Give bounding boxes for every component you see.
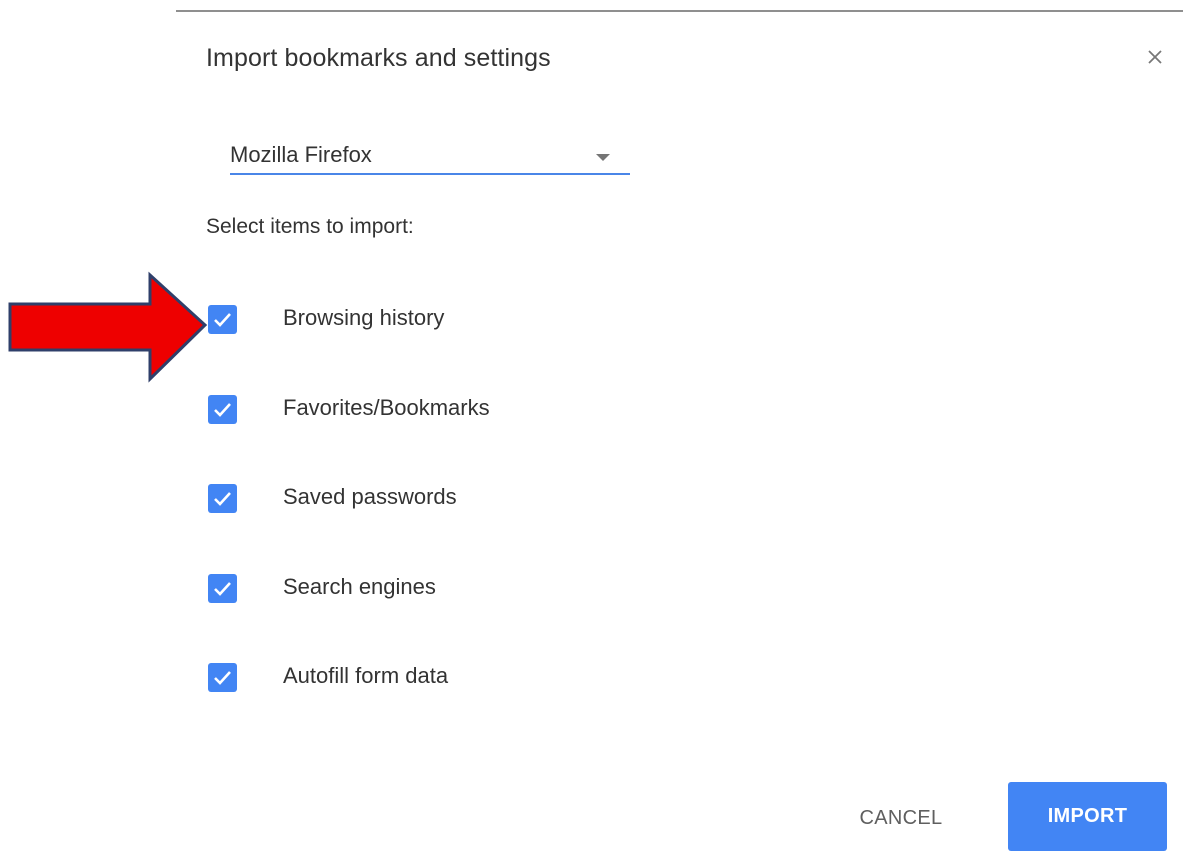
items-label: Select items to import: (206, 215, 414, 238)
red-arrow-icon (0, 270, 215, 390)
dropdown-arrow-icon (595, 150, 611, 168)
checkbox-search-engines[interactable]: Search engines (208, 572, 628, 604)
checkbox-browsing-history[interactable]: Browsing history (208, 303, 628, 335)
browser-select-underline (230, 173, 630, 175)
checkbox-favorites-bookmarks[interactable]: Favorites/Bookmarks (208, 393, 628, 425)
import-dialog: Import bookmarks and settings Mozilla Fi… (0, 0, 1183, 851)
checkbox-label: Browsing history (283, 305, 445, 330)
checkbox-checked-icon[interactable] (208, 395, 237, 424)
checkbox-checked-icon[interactable] (208, 663, 237, 692)
dialog-top-border (176, 10, 1183, 12)
dialog-title: Import bookmarks and settings (206, 44, 551, 72)
checkbox-label: Search engines (283, 574, 436, 599)
checkbox-checked-icon[interactable] (208, 484, 237, 513)
checkbox-saved-passwords[interactable]: Saved passwords (208, 482, 628, 514)
close-icon (1140, 42, 1170, 72)
browser-select-value: Mozilla Firefox (230, 142, 372, 167)
checkbox-label: Saved passwords (283, 484, 457, 509)
checkbox-checked-icon[interactable] (208, 574, 237, 603)
checkbox-autofill-form-data[interactable]: Autofill form data (208, 661, 628, 693)
close-button[interactable] (1140, 42, 1170, 72)
cancel-button[interactable]: CANCEL (842, 798, 960, 838)
checkbox-label: Favorites/Bookmarks (283, 395, 490, 420)
browser-select[interactable]: Mozilla Firefox (230, 134, 630, 176)
checkbox-label: Autofill form data (283, 663, 449, 688)
import-button[interactable]: IMPORT (1008, 782, 1167, 851)
